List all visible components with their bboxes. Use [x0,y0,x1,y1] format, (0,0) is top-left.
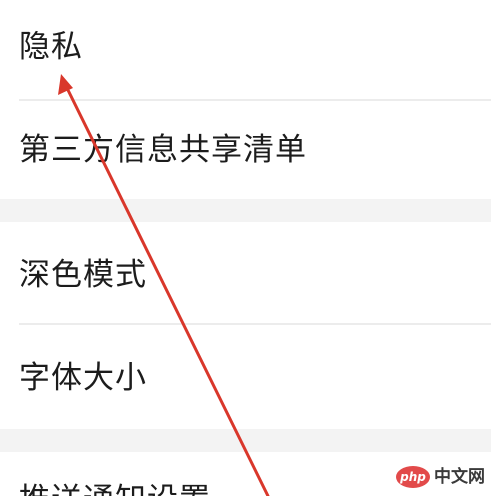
settings-item-push-notification-settings[interactable]: 推送通知设置 [0,452,491,496]
settings-item-label: 推送通知设置 [19,485,211,496]
settings-item-third-party-sharing-list[interactable]: 第三方信息共享清单 [0,101,491,199]
section-gap [0,199,491,222]
settings-item-privacy[interactable]: 隐私 [0,0,491,101]
settings-item-label: 深色模式 [19,257,147,293]
settings-screen: 隐私 第三方信息共享清单 深色模式 字体大小 推送通知设置 php 中文网 [0,0,491,496]
settings-item-label: 字体大小 [19,360,147,396]
settings-item-font-size[interactable]: 字体大小 [0,325,491,429]
settings-item-label: 第三方信息共享清单 [19,132,307,168]
settings-item-label: 隐私 [19,29,83,65]
settings-item-dark-mode[interactable]: 深色模式 [0,222,491,325]
section-gap [0,429,491,452]
